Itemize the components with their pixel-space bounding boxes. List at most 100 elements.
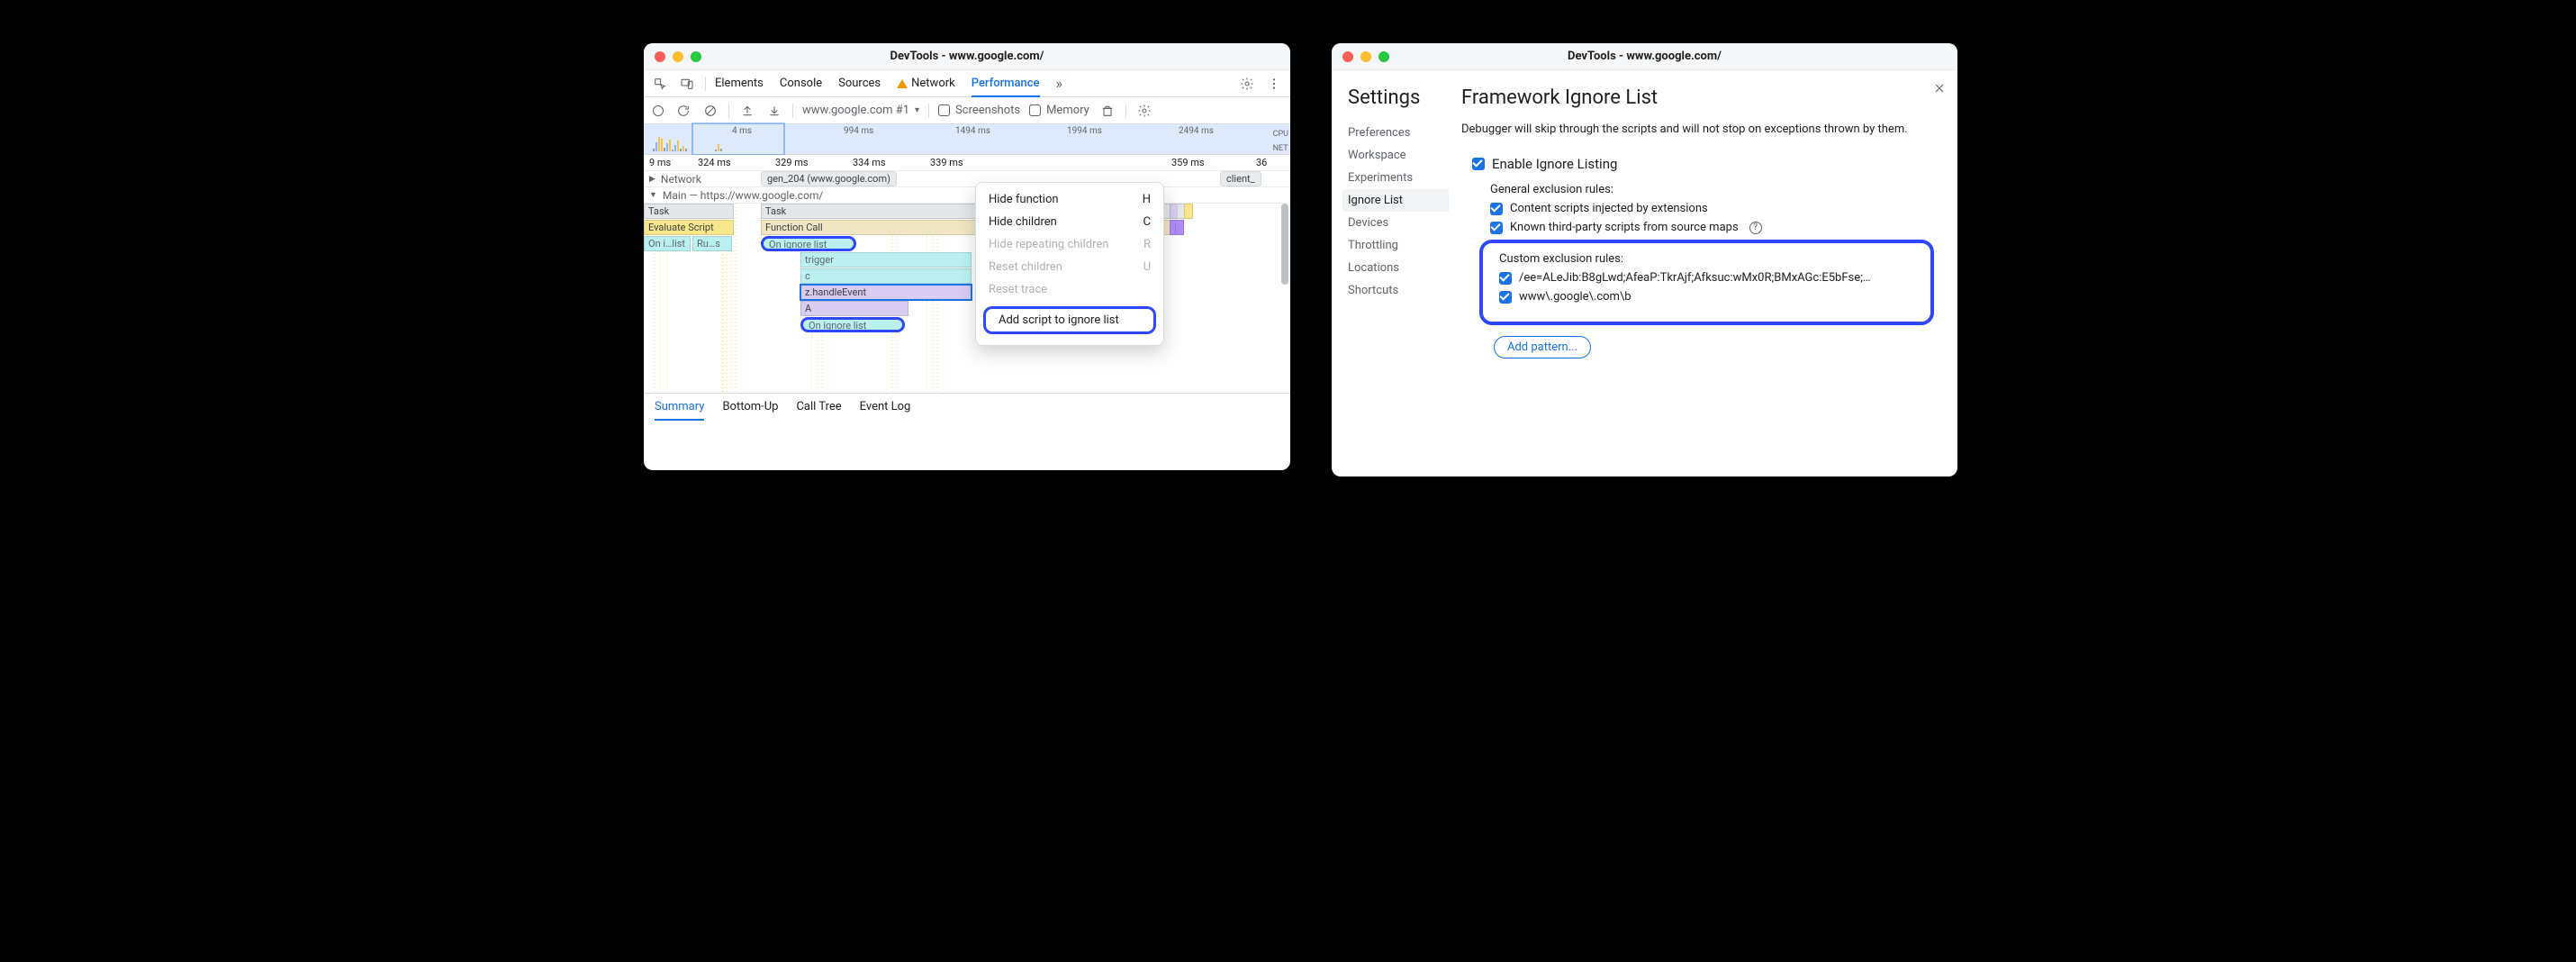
close-settings-icon[interactable] <box>1930 79 1948 97</box>
collapse-icon[interactable]: ▼ <box>649 190 657 200</box>
screenshots-label: Screenshots <box>955 104 1020 117</box>
network-track-header[interactable]: ▶ Network gen_204 (www.google.com) clien… <box>644 171 1290 187</box>
tab-call-tree[interactable]: Call Tree <box>796 394 841 420</box>
titlebar[interactable]: DevTools - www.google.com/ <box>644 43 1290 70</box>
screenshots-checkbox[interactable]: Screenshots <box>938 104 1020 117</box>
nav-workspace[interactable]: Workspace <box>1348 144 1449 167</box>
network-request-chip[interactable]: client_ <box>1220 171 1261 186</box>
menu-add-script-to-ignore-list[interactable]: Add script to ignore list <box>983 306 1156 334</box>
device-toolbar-icon[interactable] <box>678 75 696 93</box>
checkbox-icon <box>938 104 950 116</box>
main-track-header[interactable]: ▼ Main — https://www.google.com/ <box>644 187 1290 204</box>
panel-tabs-row: Elements Console Sources Network Perform… <box>644 70 1290 97</box>
close-icon[interactable] <box>1342 51 1353 62</box>
collect-garbage-icon[interactable] <box>1098 102 1116 120</box>
checkbox-checked-icon <box>1472 158 1485 170</box>
nav-ignore-list[interactable]: Ignore List <box>1342 189 1449 212</box>
flamechart-ruler: 9 ms 324 ms 329 ms 334 ms 339 ms 359 ms … <box>644 155 1290 171</box>
tab-bottom-up[interactable]: Bottom-Up <box>722 394 778 420</box>
enable-ignore-listing-checkbox[interactable]: Enable Ignore Listing <box>1472 156 1934 172</box>
flame-bar-on-ignore[interactable]: On i…list <box>644 236 691 251</box>
clear-icon[interactable] <box>701 102 719 120</box>
settings-heading: Settings <box>1348 86 1449 109</box>
custom-rule-2[interactable]: www\.google\.com\b <box>1499 290 1914 304</box>
nav-preferences[interactable]: Preferences <box>1348 122 1449 144</box>
tab-console[interactable]: Console <box>780 70 822 96</box>
flame-bar-c[interactable]: c <box>800 268 972 284</box>
rule-content-scripts[interactable]: Content scripts injected by extensions <box>1490 202 1934 215</box>
flame-bar-runs[interactable]: Ru…s <box>692 236 732 251</box>
nav-shortcuts[interactable]: Shortcuts <box>1348 279 1449 302</box>
vertical-scrollbar[interactable] <box>1279 204 1290 393</box>
record-button[interactable] <box>651 104 665 118</box>
flame-bar[interactable] <box>1175 220 1184 235</box>
network-label: Network <box>661 173 701 186</box>
menu-reset-children: Reset childrenU <box>976 256 1163 278</box>
menu-hide-children[interactable]: Hide childrenC <box>976 211 1163 233</box>
settings-sidebar: Settings Preferences Workspace Experimen… <box>1332 70 1449 476</box>
settings-main: Framework Ignore List Debugger will skip… <box>1449 70 1957 476</box>
titlebar[interactable]: DevTools - www.google.com/ <box>1332 43 1957 70</box>
flame-bar-evaluate[interactable]: Evaluate Script <box>644 220 734 235</box>
checkbox-checked-icon <box>1490 222 1503 234</box>
menu-hide-repeating-children: Hide repeating childrenR <box>976 233 1163 256</box>
tab-network[interactable]: Network <box>897 70 955 96</box>
tab-summary[interactable]: Summary <box>655 395 704 421</box>
zoom-icon[interactable] <box>691 51 701 62</box>
capture-settings-icon[interactable] <box>1135 102 1153 120</box>
reload-icon[interactable] <box>674 102 692 120</box>
page-title: Framework Ignore List <box>1461 86 1934 109</box>
window-title: DevTools - www.google.com/ <box>1332 50 1957 63</box>
tab-performance[interactable]: Performance <box>972 71 1040 97</box>
flame-bar-a[interactable]: A <box>800 301 908 316</box>
custom-rule-1[interactable]: /ee=ALeJib:B8gLwd;AfeaP:TkrAjf;Afksuc:wM… <box>1499 271 1914 285</box>
flame-bar-z-handleevent-selected[interactable]: z.handleEvent <box>800 285 972 300</box>
kebab-menu-icon[interactable] <box>1265 75 1283 93</box>
timeline-overview[interactable]: 4 ms 994 ms 1494 ms 1994 ms 2494 ms CPU … <box>644 124 1290 155</box>
memory-label: Memory <box>1046 104 1089 117</box>
menu-reset-trace: Reset trace <box>976 278 1163 301</box>
flame-bar-function-call[interactable]: Function Call <box>761 220 995 235</box>
add-pattern-button[interactable]: Add pattern... <box>1494 336 1591 358</box>
close-icon[interactable] <box>655 51 665 62</box>
zoom-icon[interactable] <box>1378 51 1389 62</box>
custom-rules-heading: Custom exclusion rules: <box>1499 252 1914 266</box>
checkbox-checked-icon <box>1499 291 1512 304</box>
flamechart[interactable]: Task Task Evaluate Script Function Call … <box>644 204 1290 393</box>
tab-event-log[interactable]: Event Log <box>860 394 911 420</box>
help-icon[interactable]: ? <box>1749 222 1762 234</box>
network-request-chip[interactable]: gen_204 (www.google.com) <box>761 171 897 186</box>
tab-elements[interactable]: Elements <box>715 70 764 96</box>
nav-devices[interactable]: Devices <box>1348 212 1449 234</box>
capture-toolbar: www.google.com #1▾ Screenshots Memory <box>644 97 1290 124</box>
upload-icon[interactable] <box>738 102 756 120</box>
capture-target-select[interactable]: www.google.com #1▾ <box>802 104 919 117</box>
more-tabs-icon[interactable]: » <box>1056 70 1063 96</box>
nav-experiments[interactable]: Experiments <box>1348 167 1449 189</box>
expand-icon[interactable]: ▶ <box>649 175 655 184</box>
capture-target-label: www.google.com #1 <box>802 104 909 117</box>
custom-rules-highlighted-box: Custom exclusion rules: /ee=ALeJib:B8gLw… <box>1479 240 1934 325</box>
flame-bar-task[interactable]: Task <box>644 204 734 219</box>
flame-bar[interactable] <box>1184 204 1193 219</box>
flame-bar-on-ignore-highlighted[interactable]: On ignore list <box>761 236 856 251</box>
nav-throttling[interactable]: Throttling <box>1348 234 1449 257</box>
gear-icon[interactable] <box>1238 75 1256 93</box>
inspect-element-icon[interactable] <box>651 75 669 93</box>
nav-locations[interactable]: Locations <box>1348 257 1449 279</box>
checkbox-checked-icon <box>1490 203 1503 215</box>
details-tabs: Summary Bottom-Up Call Tree Event Log <box>644 393 1290 420</box>
flame-bar-task[interactable]: Task <box>761 204 1004 219</box>
tab-sources[interactable]: Sources <box>838 70 881 96</box>
rule-third-party-scripts[interactable]: Known third-party scripts from source ma… <box>1490 221 1934 234</box>
menu-hide-function[interactable]: Hide functionH <box>976 188 1163 211</box>
flame-bar-on-ignore-highlighted[interactable]: On ignore list <box>800 317 905 332</box>
minimize-icon[interactable] <box>673 51 683 62</box>
main-label: Main — https://www.google.com/ <box>663 189 823 202</box>
panel-tabs: Elements Console Sources Network Perform… <box>715 70 1062 96</box>
minimize-icon[interactable] <box>1360 51 1371 62</box>
flame-bar-trigger[interactable]: trigger <box>800 252 972 268</box>
overview-minimap <box>644 137 1290 151</box>
memory-checkbox[interactable]: Memory <box>1029 104 1089 117</box>
download-icon[interactable] <box>765 102 783 120</box>
